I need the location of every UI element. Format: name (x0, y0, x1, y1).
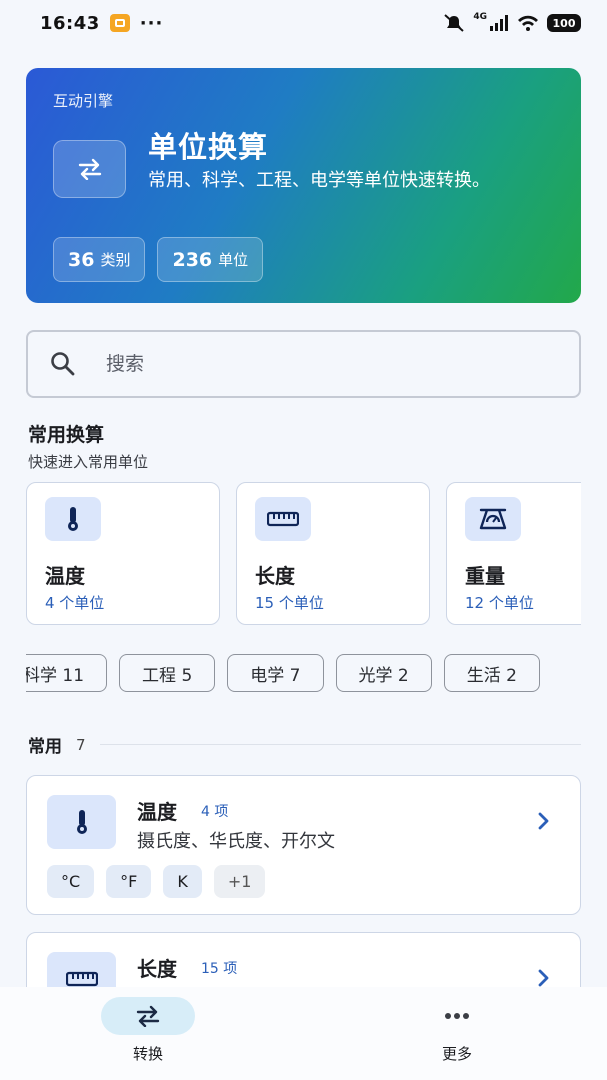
quick-card-name: 温度 (45, 564, 85, 588)
quick-card-name: 长度 (255, 564, 295, 588)
stat-number: 236 (172, 248, 213, 271)
swap-arrows-icon (53, 140, 126, 198)
status-more-dots: ··· (139, 12, 164, 34)
converter-count: 15 项 (201, 961, 238, 977)
unit-tag: °C (47, 865, 95, 898)
wifi-icon (518, 15, 538, 31)
unit-tag: °F (106, 865, 152, 898)
nav-active-indicator (101, 997, 195, 1035)
status-bar: 16:43 ··· 4G 100 (0, 0, 607, 46)
nav-tab-more[interactable]: 更多 (397, 997, 517, 1064)
quick-card-count: 12 个单位 (465, 594, 534, 612)
group-header: 常用 7 (28, 732, 581, 757)
category-pill[interactable]: 光学 2 (335, 654, 432, 692)
ruler-icon (255, 497, 311, 541)
group-divider (99, 744, 581, 745)
nav-label: 更多 (441, 1045, 472, 1063)
converter-count: 4 项 (201, 804, 229, 820)
hero-eyebrow: 互动引擎 (53, 92, 114, 110)
hero-description: 常用、科学、工程、电学等单位快速转换。 (148, 170, 490, 191)
section-title: 常用换算 (28, 424, 105, 446)
group-count: 7 (76, 735, 86, 754)
quick-card-weight[interactable]: 重量 12 个单位 (446, 482, 581, 625)
stat-number: 36 (68, 248, 95, 271)
category-pill[interactable]: 科学 11 (26, 654, 108, 692)
swap-arrows-icon (136, 1005, 160, 1027)
converter-card-temperature[interactable]: 温度 4 项 摄氏度、华氏度、开尔文 °C °F K +1 (26, 775, 581, 915)
quick-card-temperature[interactable]: 温度 4 个单位 (26, 482, 220, 625)
group-name: 常用 (28, 737, 62, 757)
search-bar[interactable] (26, 330, 581, 398)
converter-name: 温度 (137, 800, 177, 824)
nav-label: 转换 (132, 1045, 163, 1063)
chevron-right-icon (538, 969, 549, 987)
unit-tag: K (163, 865, 202, 898)
search-input[interactable] (106, 353, 506, 375)
battery-indicator: 100 (547, 14, 581, 32)
stat-chip-units: 236 单位 (157, 237, 264, 282)
bottom-navigation: 转换 更多 (0, 987, 607, 1080)
thermometer-icon (45, 497, 101, 541)
converter-name: 长度 (137, 957, 177, 981)
network-type: 4G (473, 12, 487, 22)
mute-icon (444, 14, 465, 32)
section-subtitle: 快速进入常用单位 (28, 453, 149, 471)
category-pill[interactable]: 工程 5 (119, 654, 216, 692)
thermometer-icon (47, 795, 116, 849)
signal-icon (490, 15, 508, 31)
stat-chip-categories: 36 类别 (53, 237, 146, 282)
quick-card-length[interactable]: 长度 15 个单位 (236, 482, 430, 625)
stat-label: 类别 (100, 251, 131, 269)
category-filter-scroller[interactable]: 科学 11 工程 5 电学 7 光学 2 生活 2 (26, 654, 581, 694)
nav-icon-wrap (410, 997, 504, 1035)
status-time: 16:43 (40, 12, 100, 34)
converter-description: 摄氏度、华氏度、开尔文 (137, 831, 335, 852)
quick-card-count: 15 个单位 (255, 594, 324, 612)
quick-cards-scroller[interactable]: 温度 4 个单位 长度 15 个单位 重量 12 个单位 (26, 482, 581, 627)
scale-icon (465, 497, 521, 541)
hero-title: 单位换算 (148, 130, 269, 164)
more-units-tag: +1 (213, 865, 266, 898)
notification-icon (109, 14, 130, 32)
stat-label: 单位 (218, 251, 249, 269)
category-pill[interactable]: 生活 2 (443, 654, 540, 692)
quick-card-name: 重量 (465, 564, 505, 588)
search-icon (51, 352, 75, 376)
nav-tab-convert[interactable]: 转换 (88, 997, 208, 1064)
category-pill[interactable]: 电学 7 (227, 654, 324, 692)
more-dots-icon (445, 1013, 469, 1019)
hero-banner: 互动引擎 单位换算 常用、科学、工程、电学等单位快速转换。 36 类别 236 … (26, 68, 581, 303)
chevron-right-icon (538, 812, 549, 830)
quick-card-count: 4 个单位 (45, 594, 105, 612)
